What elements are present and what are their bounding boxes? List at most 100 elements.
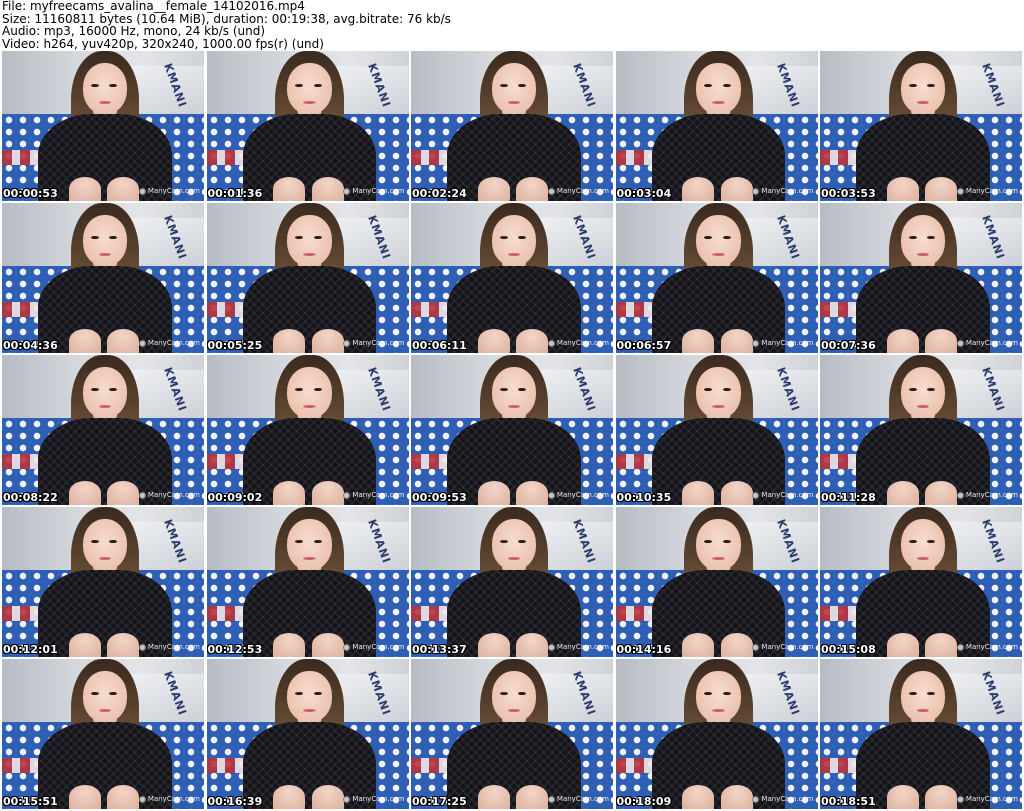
- person-knee: [68, 329, 101, 353]
- person-face: [287, 63, 332, 114]
- manycam-watermark: ManyCam.com: [752, 491, 814, 499]
- pillow-text: KMANI: [365, 365, 394, 414]
- manycam-watermark: ManyCam.com: [547, 795, 609, 803]
- manycam-logo-icon: [138, 643, 146, 651]
- person-mouth: [712, 708, 725, 712]
- person-face: [287, 519, 332, 570]
- manycam-watermark: ManyCam.com: [343, 187, 405, 195]
- person-face: [696, 367, 741, 418]
- watermark-text: ManyCam.com: [761, 187, 814, 195]
- video-thumbnail: KMANI ManyCam.com 00:08:22: [2, 355, 204, 505]
- thumbnail-timestamp: 00:17:25: [412, 795, 467, 808]
- video-thumbnail: KMANI ManyCam.com 00:17:25: [411, 659, 613, 809]
- watermark-text: ManyCam.com: [352, 643, 405, 651]
- person-mouth: [712, 100, 725, 104]
- watermark-text: ManyCam.com: [556, 187, 609, 195]
- person-knee: [886, 177, 919, 201]
- watermark-text: ManyCam.com: [147, 795, 200, 803]
- pillow-text: KMANI: [978, 669, 1007, 718]
- person-eye: [90, 540, 99, 543]
- person-mouth: [98, 556, 112, 560]
- video-thumbnail: KMANI ManyCam.com 00:11:28: [820, 355, 1022, 505]
- manycam-watermark: ManyCam.com: [752, 339, 814, 347]
- thumbnail-grid: KMANI ManyCam.com 00:00:53 KMANI ManyCam.com…: [2, 51, 1022, 809]
- person-eye: [722, 540, 731, 543]
- person-mouth: [98, 100, 112, 104]
- person-face: [900, 63, 946, 114]
- person-mouth: [916, 252, 930, 256]
- pillow-text: KMANI: [569, 669, 598, 718]
- person-eye: [722, 236, 731, 239]
- person-knee: [516, 329, 549, 353]
- thumbnail-timestamp: 00:07:36: [821, 339, 876, 352]
- person-eye: [722, 692, 731, 695]
- person-knee: [273, 481, 306, 505]
- person-eye: [722, 388, 731, 391]
- person-mouth: [507, 252, 521, 256]
- person-eye: [313, 84, 322, 87]
- pillow-text: KMANI: [978, 61, 1007, 110]
- person-eye: [722, 84, 731, 87]
- pillow-text: KMANI: [365, 517, 394, 566]
- video-thumbnail: KMANI ManyCam.com 00:02:24: [411, 51, 613, 201]
- manycam-watermark: ManyCam.com: [547, 339, 609, 347]
- manycam-watermark: ManyCam.com: [547, 491, 609, 499]
- person-knee: [477, 329, 510, 353]
- manycam-watermark: ManyCam.com: [752, 643, 814, 651]
- person-face: [696, 671, 741, 722]
- person-knee: [682, 785, 715, 809]
- watermark-text: ManyCam.com: [965, 491, 1018, 499]
- person-knee: [68, 481, 101, 505]
- person-eye: [499, 692, 508, 695]
- person-mouth: [712, 556, 725, 560]
- person-knee: [311, 785, 344, 809]
- pillow-text: KMANI: [774, 517, 803, 566]
- video-thumbnail: KMANI ManyCam.com 00:18:51: [820, 659, 1022, 809]
- person-knee: [682, 177, 715, 201]
- video-thumbnail: KMANI ManyCam.com 00:15:08: [820, 507, 1022, 657]
- thumbnail-timestamp: 00:03:53: [821, 187, 876, 200]
- person-knee: [477, 785, 510, 809]
- person-knee: [477, 481, 510, 505]
- manycam-watermark: ManyCam.com: [956, 339, 1018, 347]
- person-knee: [886, 329, 919, 353]
- watermark-text: ManyCam.com: [352, 491, 405, 499]
- manycam-logo-icon: [547, 795, 555, 803]
- manycam-logo-icon: [956, 187, 964, 195]
- manycam-logo-icon: [956, 339, 964, 347]
- person-face: [82, 215, 128, 266]
- person-eye: [908, 692, 917, 695]
- video-thumbnail: KMANI ManyCam.com 00:06:57: [615, 203, 818, 353]
- video-thumbnail: KMANI ManyCam.com 00:04:36: [2, 203, 204, 353]
- thumbnail-timestamp: 00:12:53: [207, 643, 263, 656]
- watermark-text: ManyCam.com: [352, 795, 405, 803]
- person-face: [491, 367, 537, 418]
- thumbnail-timestamp: 00:16:39: [207, 795, 263, 808]
- video-thumbnail: KMANI ManyCam.com 00:03:04: [615, 51, 818, 201]
- watermark-text: ManyCam.com: [147, 187, 200, 195]
- person-mouth: [507, 404, 521, 408]
- pillow-text: KMANI: [569, 517, 598, 566]
- person-eye: [908, 388, 917, 391]
- person-knee: [925, 329, 958, 353]
- thumbnail-timestamp: 00:18:51: [821, 795, 876, 808]
- person-mouth: [916, 404, 930, 408]
- manycam-logo-icon: [956, 491, 964, 499]
- manycam-watermark: ManyCam.com: [547, 643, 609, 651]
- person-knee: [107, 633, 140, 657]
- watermark-text: ManyCam.com: [965, 643, 1018, 651]
- thumbnail-timestamp: 00:08:22: [3, 491, 58, 504]
- person-knee: [107, 177, 140, 201]
- person-face: [900, 519, 946, 570]
- person-mouth: [303, 708, 316, 712]
- person-mouth: [507, 556, 521, 560]
- person-knee: [516, 633, 549, 657]
- manycam-watermark: ManyCam.com: [138, 187, 200, 195]
- manycam-watermark: ManyCam.com: [343, 795, 405, 803]
- person-face: [696, 519, 741, 570]
- manycam-watermark: ManyCam.com: [343, 643, 405, 651]
- person-eye: [90, 236, 99, 239]
- person-face: [491, 671, 537, 722]
- person-mouth: [916, 100, 930, 104]
- person-face: [82, 671, 128, 722]
